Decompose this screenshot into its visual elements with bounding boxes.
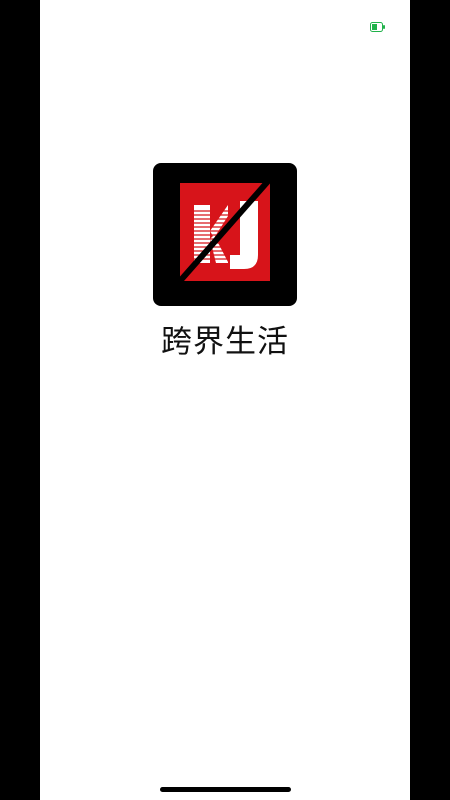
app-name: 跨界生活 [161,324,289,360]
splash-screen: 跨界生活 [40,0,410,800]
app-logo [153,163,297,306]
device-frame: 跨界生活 [0,0,450,800]
status-bar [40,0,410,40]
home-indicator[interactable] [160,787,291,792]
kj-logo-icon [180,183,270,281]
battery-charging-icon [370,17,386,32]
